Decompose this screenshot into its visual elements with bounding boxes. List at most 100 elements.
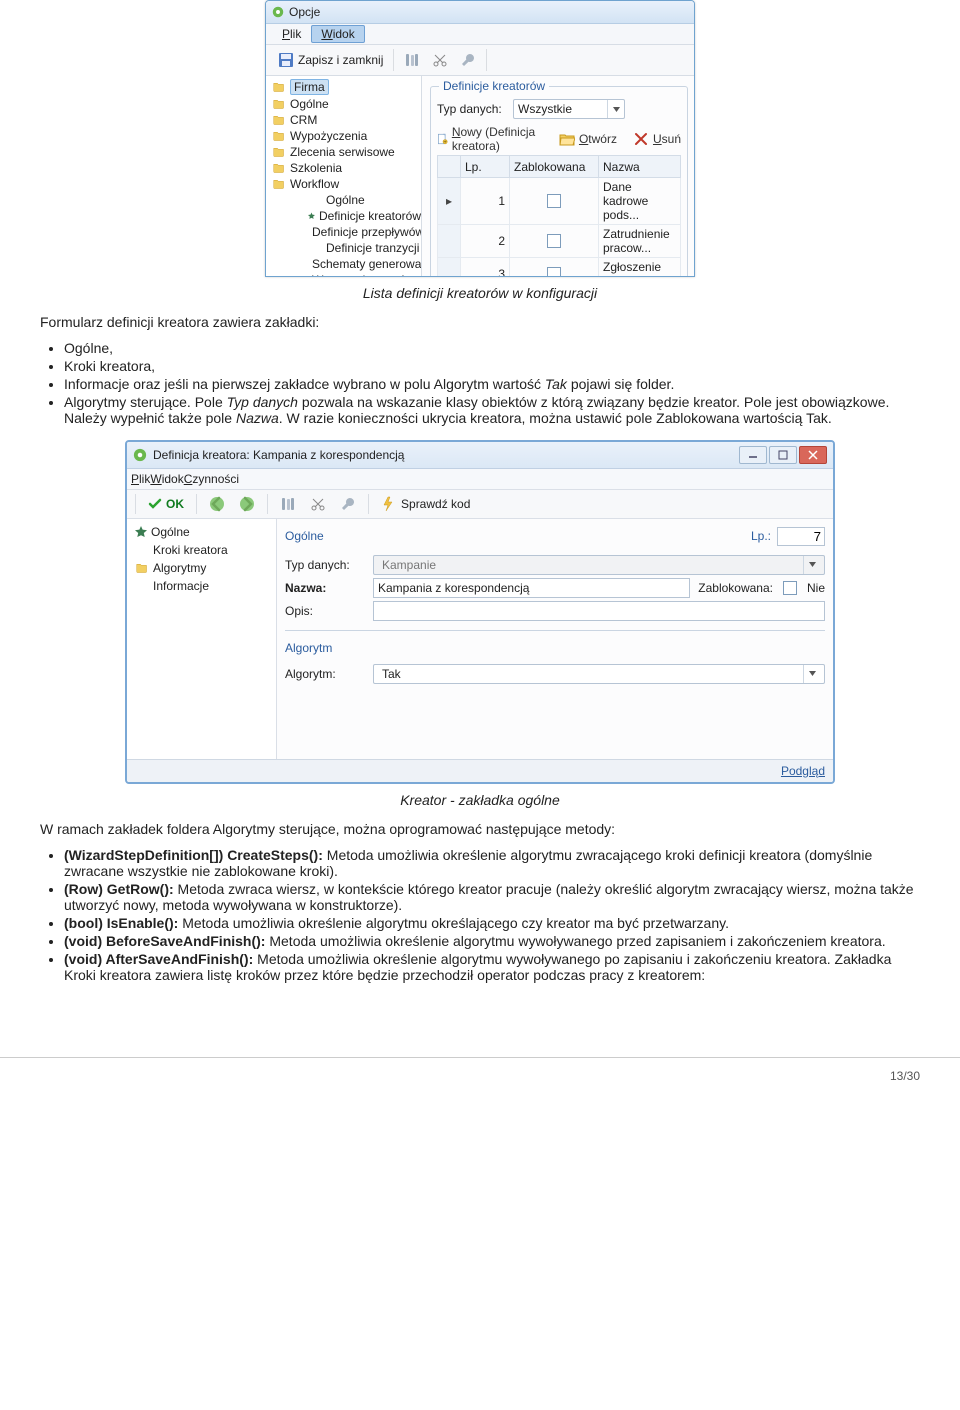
menu-widok-2[interactable]: Widok xyxy=(150,472,183,486)
screenshot-options: Opcje Plik Widok Zapisz i zamknij xyxy=(265,0,695,277)
list-item: Kroki kreatora, xyxy=(64,358,920,374)
menu-czynnosci[interactable]: Czynności xyxy=(184,472,239,486)
type-label-2: Typ danych: xyxy=(285,558,365,572)
row-checkbox[interactable] xyxy=(547,267,561,277)
open-button[interactable]: Otwórz xyxy=(559,131,617,147)
chevron-down-icon xyxy=(809,671,816,676)
list-item: Ogólne, xyxy=(64,340,920,356)
grid: Lp. Zablokowana Nazwa ▸1Dane kadrowe pod… xyxy=(437,155,681,277)
open-icon xyxy=(559,131,575,147)
save-close-button[interactable]: Zapisz i zamknij xyxy=(272,49,389,71)
table-row[interactable]: ▸1Dane kadrowe pods... xyxy=(438,178,681,225)
tree-item[interactable]: CRM xyxy=(270,112,421,128)
tree-item[interactable]: Definicje tranzycji xyxy=(270,240,421,256)
type-value: Wszystkie xyxy=(514,102,607,116)
row-checkbox[interactable] xyxy=(547,194,561,208)
blocked-checkbox[interactable] xyxy=(783,581,797,595)
type-dropdown[interactable]: Wszystkie xyxy=(513,99,625,119)
para-methods-intro: W ramach zakładek foldera Algorytmy ster… xyxy=(40,820,920,839)
menubar-2: Plik Widok Czynności xyxy=(127,469,833,490)
menubar: Plik Widok xyxy=(266,24,694,45)
maximize-button[interactable] xyxy=(769,446,797,464)
scissors-icon xyxy=(432,52,448,68)
lp-input[interactable] xyxy=(777,527,825,546)
ok-button[interactable]: OK xyxy=(142,497,190,511)
chevron-down-icon xyxy=(613,107,620,112)
list-item: (bool) IsEnable(): Metoda umożliwia okre… xyxy=(64,915,920,931)
toolbar-tool2[interactable] xyxy=(426,49,454,71)
folder-icon xyxy=(272,114,286,126)
folder-icon xyxy=(272,146,286,158)
tree-item-label: Szkolenia xyxy=(290,161,342,175)
check-code-button[interactable]: Sprawdź kod xyxy=(375,493,476,515)
tree-item[interactable]: Ogólne xyxy=(270,96,421,112)
podglad-link[interactable]: Podgląd xyxy=(127,759,833,782)
table-row[interactable]: 2Zatrudnienie pracow... xyxy=(438,225,681,258)
toolbar-tool1[interactable] xyxy=(398,49,426,71)
folder-icon xyxy=(272,130,286,142)
tree-item-label: Definicje kreatorów xyxy=(319,209,421,223)
name-input[interactable]: Kampania z korespondencją xyxy=(373,578,690,598)
tree-item[interactable]: Workflow xyxy=(270,176,421,192)
toolbar2-tool2[interactable] xyxy=(304,493,332,515)
menu-plik-2[interactable]: Plik xyxy=(131,472,150,486)
titlebar-2: Definicja kreatora: Kampania z korespond… xyxy=(127,442,833,469)
tree-item[interactable]: Wypożyczenia xyxy=(270,128,421,144)
tree-item[interactable]: Firma xyxy=(270,78,421,96)
tree-item[interactable]: Kroki kreatora xyxy=(129,541,274,559)
list-item: Algorytmy sterujące. Pole Typ danych poz… xyxy=(64,394,920,426)
col-name[interactable]: Nazwa xyxy=(599,156,681,178)
row-checkbox[interactable] xyxy=(547,234,561,248)
alg-dropdown[interactable]: Tak xyxy=(373,664,825,684)
tree-item[interactable]: Definicje przepływów xyxy=(270,224,421,240)
tree-item[interactable]: Ogólne xyxy=(270,192,421,208)
new-button[interactable]: Nowy (Definicja kreatora) xyxy=(437,125,543,153)
tree-item-label: Ogólne xyxy=(151,525,190,539)
menu-plik[interactable]: Plik xyxy=(272,25,311,43)
tree-item[interactable]: Schematy generowa xyxy=(270,256,421,272)
toolbar-tool3[interactable] xyxy=(454,49,482,71)
scissors-icon xyxy=(310,496,326,512)
lightning-icon xyxy=(381,496,397,512)
check-icon xyxy=(148,497,162,511)
tree-item-label: CRM xyxy=(290,113,317,127)
tree-item[interactable]: Zlecenia serwisowe xyxy=(270,144,421,160)
tree-item[interactable]: Wzorce elementów w xyxy=(270,272,421,276)
tree-item-label: Wypożyczenia xyxy=(290,129,367,143)
tree-item-label: Kroki kreatora xyxy=(153,543,228,557)
list-item: (void) BeforeSaveAndFinish(): Metoda umo… xyxy=(64,933,920,949)
opis-input[interactable] xyxy=(373,601,825,621)
close-button[interactable] xyxy=(799,446,827,464)
menu-widok[interactable]: Widok xyxy=(311,25,364,43)
alg-value: Tak xyxy=(378,667,803,681)
toolbar-2: OK Sprawdź kod xyxy=(127,490,833,519)
tree-panel-2: Ogólne Kroki kreatora AlgorytmyInformacje xyxy=(127,519,277,759)
star-icon xyxy=(308,210,315,222)
toolbar2-tool1[interactable] xyxy=(274,493,302,515)
floppy-icon xyxy=(278,52,294,68)
tree-item[interactable]: Szkolenia xyxy=(270,160,421,176)
toolbar2-tool3[interactable] xyxy=(334,493,362,515)
nav-back[interactable] xyxy=(203,493,231,515)
wrench-icon xyxy=(340,496,356,512)
col-blocked[interactable]: Zablokowana xyxy=(510,156,599,178)
table-row[interactable]: 3Zgłoszenie do ubezpi... xyxy=(438,258,681,278)
nav-fwd[interactable] xyxy=(233,493,261,515)
tree-item[interactable]: Ogólne xyxy=(129,523,274,541)
window-title-2: Definicja kreatora: Kampania z korespond… xyxy=(153,448,404,462)
tree-item-label: Ogólne xyxy=(326,193,365,207)
tree-item[interactable]: Informacje xyxy=(129,577,274,595)
group-general: Ogólne Lp.: Typ danych: Kampanie xyxy=(285,525,825,631)
tree-item[interactable]: Algorytmy xyxy=(129,559,274,577)
titlebar: Opcje xyxy=(266,1,694,24)
tree-item-label: Firma xyxy=(290,79,329,95)
caption-1: Lista definicji kreatorów w konfiguracji xyxy=(40,285,920,301)
chevron-down-icon xyxy=(809,562,816,567)
tree-item[interactable]: Definicje kreatorów xyxy=(270,208,421,224)
minimize-button[interactable] xyxy=(739,446,767,464)
type-label: Typ danych: xyxy=(437,102,507,116)
type-dropdown-2[interactable]: Kampanie xyxy=(373,555,825,575)
col-lp[interactable]: Lp. xyxy=(461,156,510,178)
delete-button[interactable]: Usuń xyxy=(633,131,681,147)
maximize-icon xyxy=(778,450,788,460)
